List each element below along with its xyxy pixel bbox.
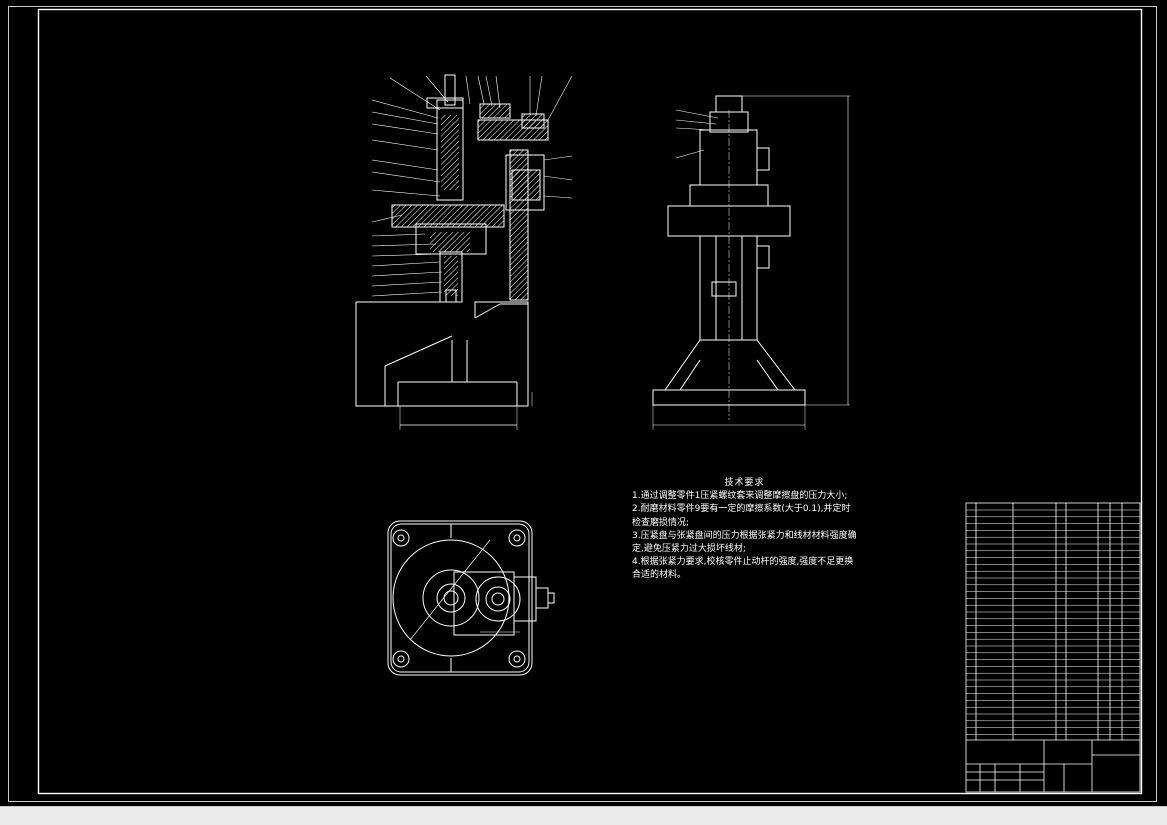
technical-requirements: 技术要求 1.通过调整零件1压紧螺纹套来调整摩擦盘的压力大小; 2.耐磨材料零件… bbox=[632, 477, 857, 583]
requirement-item-2: 2.耐磨材料零件9要有一定的摩擦系数(大于0.1),并定时检查磨损情况; bbox=[632, 504, 851, 528]
requirement-item-3: 3.压紧盘与张紧盘间的压力根据张紧力和线材材料强度确定,避免压紧力过大损坏线材; bbox=[632, 530, 857, 555]
requirement-item-1: 1.通过调整零件1压紧螺纹套来调整摩擦盘的压力大小; bbox=[632, 491, 848, 502]
requirement-item-4: 4.根据张紧力要求,校核零件止动杆的强度,强度不足更换合适的材料。 bbox=[632, 557, 854, 581]
status-bar bbox=[0, 806, 1167, 825]
technical-requirements-title: 技术要求 bbox=[724, 478, 765, 488]
drawing-sheet bbox=[0, 0, 1167, 806]
